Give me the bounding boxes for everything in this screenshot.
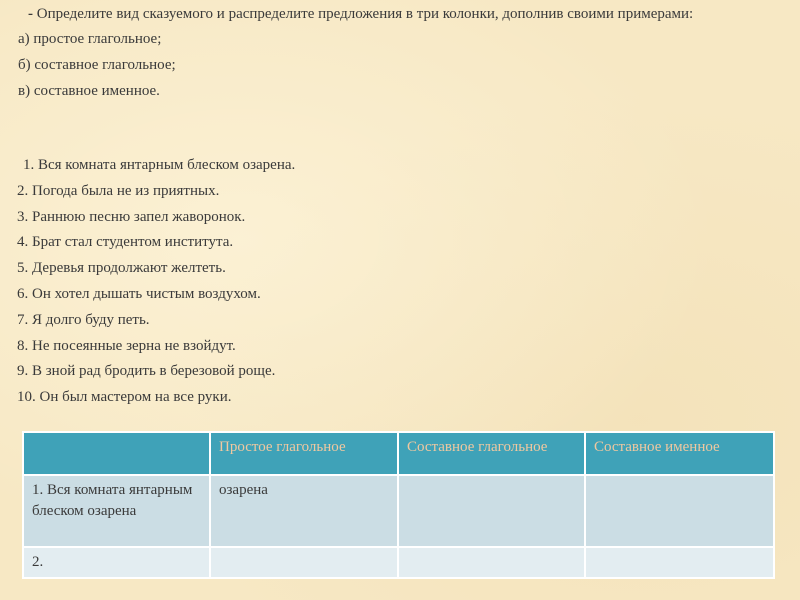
task-block: - Определите вид сказуемого и распредели… — [18, 4, 788, 107]
option-a: а) простое глагольное; — [18, 31, 162, 47]
sentence-item: 5. Деревья продолжают желтеть. — [17, 260, 226, 277]
option-b: б) составное глагольное; — [18, 57, 176, 73]
header-compound-verbal: Составное глагольное — [397, 431, 586, 476]
sentence-list: 1. Вся комната янтарным блеском озарена.… — [17, 153, 717, 411]
sentence-item: 1. Вся комната янтарным блеском озарена. — [23, 157, 296, 173]
sentence-item: 8. Не посеянные зерна не взойдут. — [17, 337, 236, 354]
sentence-item: 9. В зной рад бродить в березовой роще. — [17, 363, 276, 380]
task-instruction: - Определите вид сказуемого и распредели… — [18, 4, 788, 25]
header-simple-verbal: Простое глагольное — [209, 431, 399, 476]
classification-table: Простое глагольное Составное глагольное … — [22, 431, 775, 579]
table-cell-compound-nominal[interactable] — [584, 546, 775, 579]
sentence-item: 4. Брат стал студентом института. — [17, 234, 234, 251]
table-cell-sentence[interactable]: 2. — [22, 546, 211, 579]
task-dash: - — [28, 6, 33, 22]
slide: - Определите вид сказуемого и распредели… — [0, 0, 800, 600]
table-cell-compound-verbal[interactable] — [397, 474, 586, 548]
task-text: Определите вид сказуемого и распределите… — [36, 6, 694, 22]
table-row: 2. — [22, 546, 775, 579]
table-row: 1. Вся комната янтарным блеском озарена … — [22, 474, 775, 548]
header-compound-nominal: Составное именное — [584, 431, 775, 476]
sentence-item: 10. Он был мастером на все руки. — [17, 389, 232, 406]
sentence-item: 6. Он хотел дышать чистым воздухом. — [17, 285, 261, 302]
table-cell-sentence[interactable]: 1. Вся комната янтарным блеском озарена — [22, 474, 211, 548]
table-cell-compound-verbal[interactable] — [397, 546, 586, 579]
option-c: в) составное именное. — [18, 83, 160, 99]
table-header-row: Простое глагольное Составное глагольное … — [22, 431, 775, 476]
sentence-item: 3. Раннюю песню запел жаворонок. — [17, 208, 246, 225]
header-cell-empty — [22, 431, 211, 476]
table-cell-simple-verbal[interactable] — [209, 546, 399, 579]
sentence-item: 7. Я долго буду петь. — [17, 311, 150, 328]
table-cell-compound-nominal[interactable] — [584, 474, 775, 548]
sentence-item: 2. Погода была не из приятных. — [17, 182, 220, 199]
table-cell-simple-verbal[interactable]: озарена — [209, 474, 399, 548]
